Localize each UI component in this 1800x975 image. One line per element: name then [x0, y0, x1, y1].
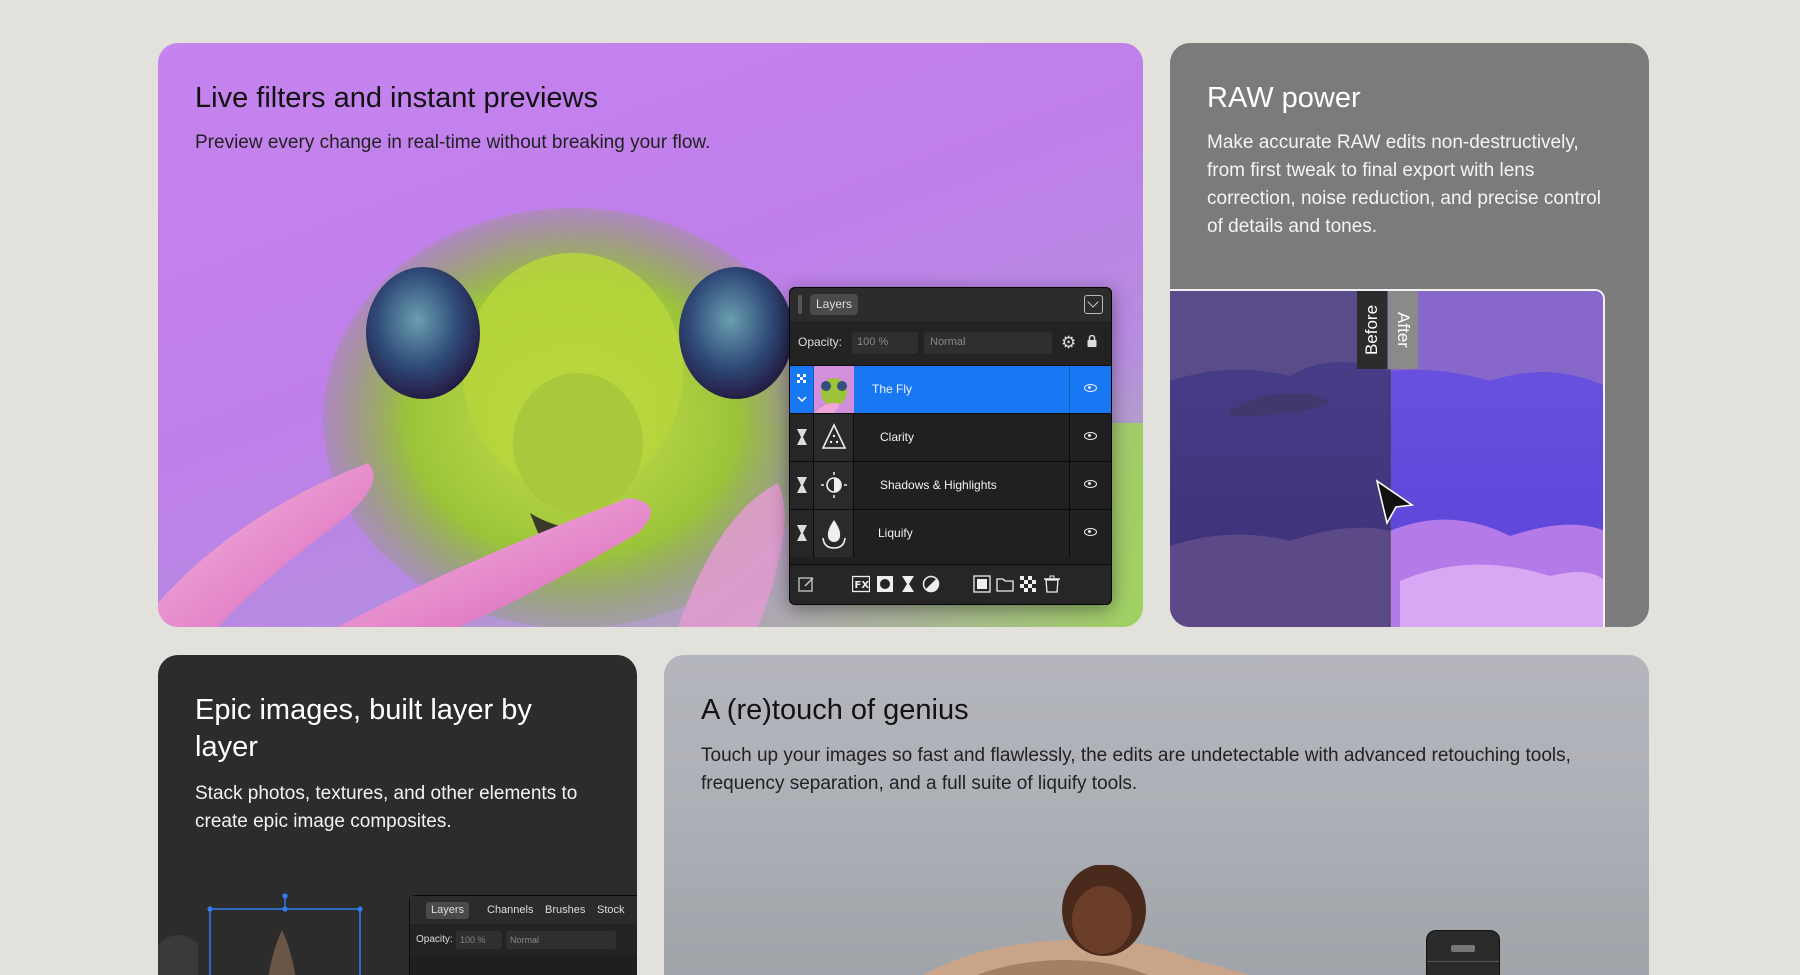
tab-brushes[interactable]: Brushes [540, 902, 590, 919]
card-epic-images: Epic images, built layer by layer Stack … [158, 655, 637, 975]
new-layer-icon[interactable] [973, 575, 991, 593]
card-title: RAW power [1207, 82, 1361, 114]
card-raw-power: RAW power Make accurate RAW edits non-de… [1170, 43, 1649, 627]
card-description: Stack photos, textures, and other elemen… [195, 783, 578, 832]
layers-toolbar: FX [790, 564, 1111, 604]
layer-strip [790, 462, 814, 509]
adjustment-icon[interactable] [899, 575, 917, 593]
collapse-icon[interactable] [1084, 295, 1103, 314]
tab-channels[interactable]: Channels [482, 902, 538, 919]
tab-stock[interactable]: Stock [592, 902, 630, 919]
lock-icon[interactable] [1087, 335, 1097, 347]
tab-layers[interactable]: Layers [810, 294, 859, 315]
opacity-field[interactable]: 100 % [456, 931, 502, 949]
trash-icon[interactable] [1043, 575, 1061, 593]
mask-icon[interactable] [876, 575, 894, 593]
fly-thumbnail [814, 366, 854, 413]
tab-layers[interactable]: Layers [426, 902, 470, 919]
card-live-filters: Live filters and instant previews Previe… [158, 43, 1143, 627]
card-title: Live filters and instant previews [195, 82, 598, 114]
folder-icon[interactable] [996, 575, 1014, 593]
before-after-comparison[interactable]: Before After [1170, 289, 1605, 627]
card-description: Touch up your images so fast and flawles… [701, 745, 1571, 794]
opacity-row: Opacity: 100 % Normal ⚙ [790, 321, 1111, 365]
gear-icon[interactable]: ⚙ [1061, 334, 1076, 351]
mini-opacity-row: Opacity: 100 % Normal [410, 924, 637, 956]
layer-strip [790, 510, 814, 557]
svg-text:FX: FX [855, 580, 870, 591]
eye-icon [1084, 384, 1097, 392]
layers-panel-header: Layers [790, 288, 1111, 321]
layer-name: Liquify [878, 526, 913, 540]
opacity-label: Opacity: [798, 335, 843, 349]
card-retouch: A (re)touch of genius Touch up your imag… [664, 655, 1649, 975]
layer-row-liquify[interactable]: Liquify [790, 509, 1111, 557]
composite-preview [158, 893, 363, 975]
blend-mode-select[interactable]: Normal [506, 931, 616, 949]
layer-name: Shadows & Highlights [880, 478, 997, 492]
layer-expand-toggle[interactable] [790, 366, 814, 413]
layer-row-clarity[interactable]: Clarity [790, 413, 1111, 461]
visibility-toggle[interactable] [1069, 366, 1111, 413]
mini-panel-tabs: Layers Channels Brushes Stock [410, 896, 637, 924]
layer-name: Clarity [880, 430, 915, 444]
card-title: A (re)touch of genius [701, 694, 969, 726]
drag-handle-icon[interactable] [798, 295, 802, 314]
layers-panel: Layers Opacity: 100 % Normal ⚙ The Fly C… [789, 287, 1112, 605]
after-label: After [1388, 291, 1418, 369]
eye-icon [1084, 528, 1097, 536]
fx-icon[interactable]: FX [852, 575, 870, 593]
contrast-icon[interactable] [922, 575, 940, 593]
opacity-label: Opacity: [416, 934, 453, 945]
layer-name: The Fly [872, 382, 913, 396]
visibility-toggle[interactable] [1069, 462, 1111, 509]
visibility-toggle[interactable] [1069, 414, 1111, 461]
card-description: Make accurate RAW edits non-destructivel… [1207, 132, 1601, 237]
layer-row-the-fly[interactable]: The Fly [790, 365, 1111, 413]
liquify-icon [814, 510, 854, 557]
eye-icon [1084, 480, 1097, 488]
card-description: Preview every change in real-time withou… [195, 132, 711, 153]
blend-mode-select[interactable]: Normal [924, 332, 1052, 354]
hourglass-icon [797, 477, 807, 493]
device-icon [1426, 930, 1500, 975]
visibility-toggle[interactable] [1069, 510, 1111, 557]
checker-icon[interactable] [1019, 575, 1037, 593]
portrait-photo [923, 865, 1250, 975]
layer-row-shadows-highlights[interactable]: Shadows & Highlights [790, 461, 1111, 509]
hourglass-icon [797, 525, 807, 541]
card-title: Epic images, built layer by layer [195, 694, 532, 763]
hourglass-icon [797, 429, 807, 445]
shadows-highlights-icon [814, 462, 854, 509]
opacity-field[interactable]: 100 % [852, 332, 918, 354]
layer-strip [790, 414, 814, 461]
clarity-icon [814, 414, 854, 461]
edit-icon[interactable] [798, 575, 816, 593]
eye-icon [1084, 432, 1097, 440]
mini-layers-panel: Layers Channels Brushes Stock Opacity: 1… [409, 895, 637, 975]
before-label: Before [1357, 291, 1387, 369]
